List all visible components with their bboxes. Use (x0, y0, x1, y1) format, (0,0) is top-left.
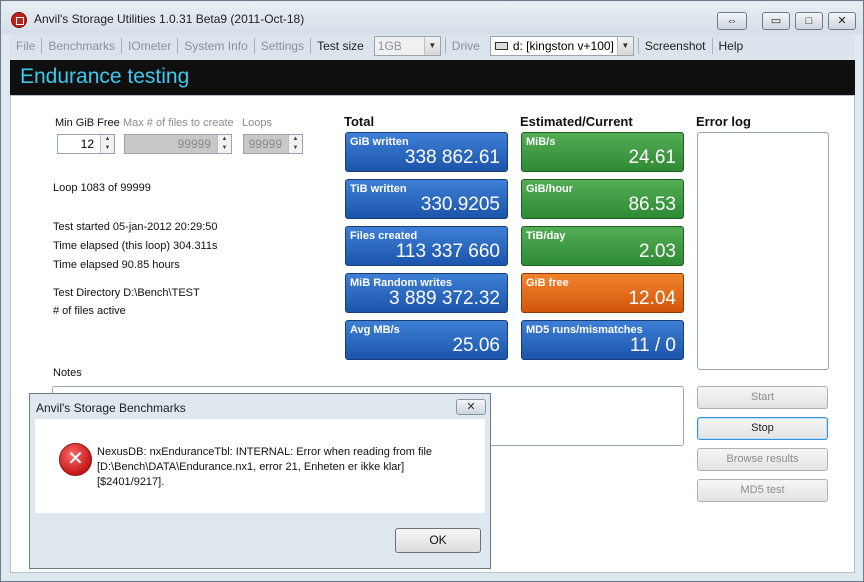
tile-value: 113 337 660 (395, 241, 500, 262)
tile-label: MD5 runs/mismatches (526, 324, 643, 336)
tile-value: 86.53 (628, 194, 676, 215)
loops-value: 99999 (248, 137, 282, 151)
error-dialog: Anvil's Storage Benchmarks ✕ ✕ NexusDB: … (29, 393, 491, 569)
test-directory: Test Directory D:\Bench\TEST (53, 287, 200, 299)
test-started: Test started 05-jan-2012 20:29:50 (53, 221, 218, 233)
tile-value: 330.9205 (420, 194, 500, 215)
chevron-down-icon: ▼ (221, 145, 228, 151)
current-title: Estimated/Current (520, 114, 633, 129)
spinner-buttons[interactable]: ▲ ▼ (217, 135, 231, 153)
menu-bar: File Benchmarks IOmeter System Info Sett… (10, 34, 854, 58)
chevron-up-icon: ▲ (292, 136, 299, 142)
chevron-down-icon: ▼ (423, 37, 440, 55)
ok-button[interactable]: OK (395, 528, 481, 553)
menu-screenshot[interactable]: Screenshot (639, 39, 712, 53)
tile-value: 24.61 (628, 147, 676, 168)
chevron-down-icon: ▼ (616, 37, 633, 55)
chevron-up-icon: ▲ (221, 136, 228, 142)
start-button[interactable]: Start (697, 386, 828, 409)
close-button[interactable]: ✕ (828, 12, 856, 30)
tile-md5-runs: MD5 runs/mismatches 11 / 0 (521, 320, 684, 360)
menu-benchmarks[interactable]: Benchmarks (42, 39, 121, 53)
notes-label: Notes (53, 367, 82, 379)
error-log-box[interactable] (697, 132, 829, 370)
spinner-buttons[interactable]: ▲ ▼ (100, 135, 114, 153)
maximize-button[interactable]: □ (795, 12, 823, 30)
loops-label: Loops (242, 117, 272, 129)
max-files-label: Max # of files to create (123, 117, 234, 129)
tile-value: 2.03 (639, 241, 676, 262)
max-files-value: 99999 (177, 137, 211, 151)
test-size-select[interactable]: 1GB ▼ (373, 36, 441, 56)
chevron-down-icon: ▼ (292, 145, 299, 151)
tile-value: 3 889 372.32 (389, 288, 500, 309)
tile-label: GiB free (526, 277, 569, 289)
menu-settings[interactable]: Settings (255, 39, 310, 53)
files-active: # of files active (53, 305, 126, 317)
tile-label: GiB written (350, 136, 409, 148)
tile-mib-per-s: MiB/s 24.61 (521, 132, 684, 172)
tile-files-created: Files created 113 337 660 (345, 226, 508, 266)
spinner-buttons[interactable]: ▲ ▼ (288, 135, 302, 153)
tile-value: 25.06 (452, 335, 500, 356)
drive-icon (494, 42, 508, 50)
error-icon: ✕ (59, 443, 92, 476)
min-free-spinner[interactable]: 12 ▲ ▼ (57, 134, 115, 154)
tile-label: GiB/hour (526, 183, 574, 195)
tile-label: TiB/day (526, 230, 566, 242)
tile-avg-mbs: Avg MB/s 25.06 (345, 320, 508, 360)
error-message: NexusDB: nxEnduranceTbl: INTERNAL: Error… (97, 445, 477, 490)
error-message-line: NexusDB: nxEnduranceTbl: INTERNAL: Error… (97, 446, 433, 458)
drive-value: d: [kingston v+100] (512, 39, 614, 53)
menu-system-info[interactable]: System Info (178, 39, 253, 53)
minimize-button[interactable]: ▭ (762, 12, 790, 30)
tile-value: 11 / 0 (629, 335, 676, 356)
drive-label: Drive (451, 39, 480, 53)
dialog-body: ✕ NexusDB: nxEnduranceTbl: INTERNAL: Err… (35, 419, 485, 513)
md5-test-button[interactable]: MD5 test (697, 479, 828, 502)
time-elapsed: Time elapsed 90.85 hours (53, 259, 180, 271)
loops-spinner[interactable]: 99999 ▲ ▼ (243, 134, 303, 154)
tile-gib-free: GiB free 12.04 (521, 273, 684, 313)
restore-layout-button[interactable]: ⇔ (717, 12, 747, 30)
browse-results-button[interactable]: Browse results (697, 448, 828, 471)
chevron-up-icon: ▲ (104, 136, 111, 142)
test-size-label: Test size (317, 39, 364, 53)
min-free-value: 12 (80, 137, 94, 151)
stop-button[interactable]: Stop (697, 417, 828, 440)
tile-value: 338 862.61 (404, 147, 500, 168)
error-message-line: [$2401/9217]. (97, 476, 165, 488)
total-title: Total (344, 114, 375, 129)
max-files-spinner[interactable]: 99999 ▲ ▼ (124, 134, 232, 154)
window-title: Anvil's Storage Utilities 1.0.31 Beta9 (… (34, 12, 305, 26)
dialog-title: Anvil's Storage Benchmarks (36, 401, 186, 415)
menu-iometer[interactable]: IOmeter (122, 39, 177, 53)
menu-help[interactable]: Help (713, 39, 750, 53)
tile-label: MiB/s (526, 136, 556, 148)
tile-tib-written: TiB written 330.9205 (345, 179, 508, 219)
page-header: Endurance testing (10, 60, 855, 95)
tile-gib-written: GiB written 338 862.61 (345, 132, 508, 172)
tile-mib-random-writes: MiB Random writes 3 889 372.32 (345, 273, 508, 313)
dialog-close-button[interactable]: ✕ (456, 399, 486, 415)
tile-value: 12.04 (628, 288, 676, 309)
menu-file[interactable]: File (10, 39, 41, 53)
error-message-line: [D:\Bench\DATA\Endurance.nx1, error 21, … (97, 461, 405, 473)
tile-label: Avg MB/s (350, 324, 400, 336)
app-logo-icon (11, 12, 27, 28)
tile-tib-per-day: TiB/day 2.03 (521, 226, 684, 266)
title-bar: Anvil's Storage Utilities 1.0.31 Beta9 (… (2, 2, 862, 34)
tile-gib-per-hour: GiB/hour 86.53 (521, 179, 684, 219)
chevron-down-icon: ▼ (104, 145, 111, 151)
drive-select[interactable]: d: [kingston v+100] ▼ (489, 36, 634, 56)
test-size-value: 1GB (377, 39, 402, 53)
min-free-label: Min GiB Free (55, 117, 120, 129)
time-elapsed-loop: Time elapsed (this loop) 304.311s (53, 240, 218, 252)
loop-status: Loop 1083 of 99999 (53, 182, 151, 194)
error-log-title: Error log (696, 114, 751, 129)
page-title: Endurance testing (20, 65, 190, 88)
tile-label: TiB written (350, 183, 407, 195)
